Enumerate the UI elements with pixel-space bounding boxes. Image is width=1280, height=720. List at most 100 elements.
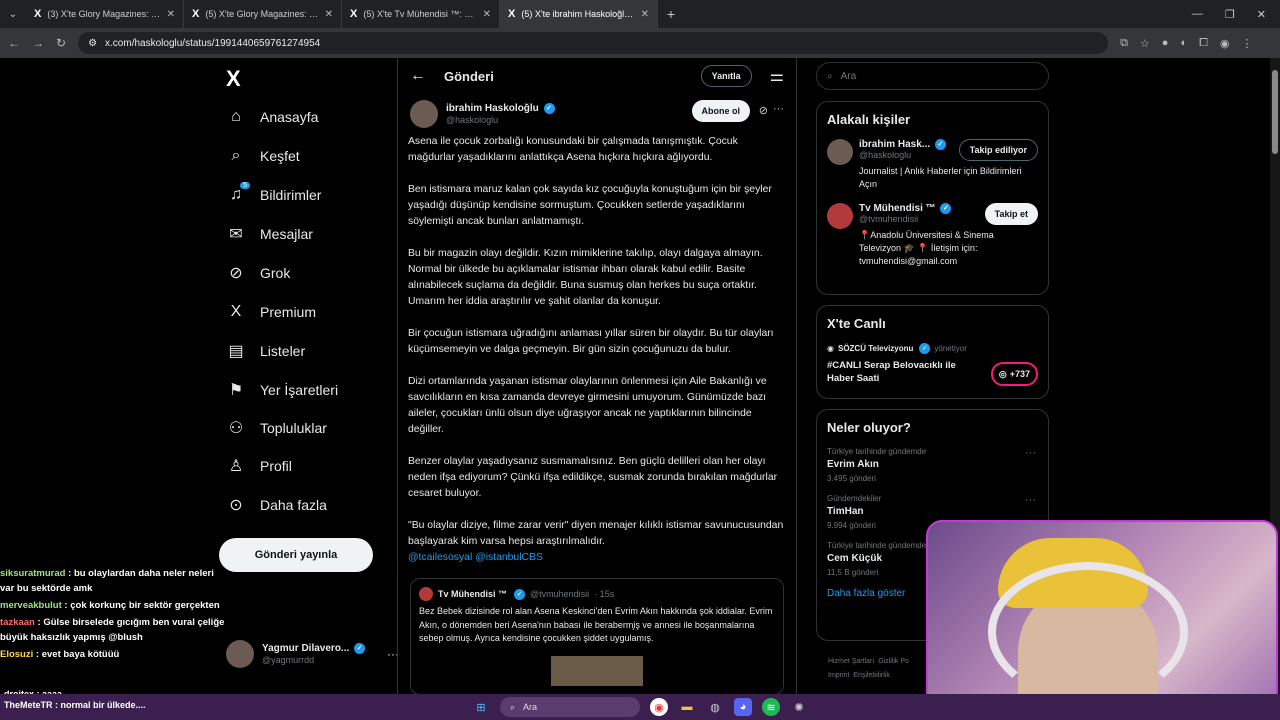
x-logo[interactable]: X [226, 66, 241, 92]
close-window-icon[interactable]: ✕ [1257, 8, 1266, 21]
list-icon: ▤ [228, 343, 244, 360]
profile-avatar-icon[interactable]: ◉ [1220, 37, 1230, 50]
live-event-title[interactable]: #CANLI Serap Belovacıklı ile Haber Saati [827, 359, 977, 385]
star-icon[interactable]: ☆ [1140, 37, 1150, 50]
mention-links[interactable]: @tcailesosyal @istanbulCBS [408, 552, 543, 563]
avatar[interactable] [410, 100, 438, 128]
related-person[interactable]: Tv Mühendisi ™ ✓ @tvmuhendisii 📍Anadolu … [827, 203, 1038, 268]
nav-item-profile[interactable]: ♙ Profil [218, 449, 292, 483]
maximize-icon[interactable]: ❐ [1225, 8, 1235, 21]
nav-item-bookmarks[interactable]: ⚑ Yer İşaretleri [218, 373, 338, 407]
more-dots-icon[interactable]: ··· [1025, 447, 1036, 459]
close-tab-icon[interactable]: ✕ [483, 9, 491, 20]
post-paragraph: Bu bir magazin olayı değildir. Kızın mim… [408, 248, 763, 307]
windows-start-icon[interactable]: ⊞ [472, 698, 490, 716]
chat-message: tazkaan : Gülse birselede gıcığım ben vu… [0, 617, 225, 643]
post-paragraph: Asena ile çocuk zorbalığı konusundaki bi… [408, 136, 738, 163]
folder-icon[interactable]: ▬ [678, 698, 696, 716]
verified-icon: ✓ [543, 103, 555, 115]
browser-tab[interactable]: X(5) X'te Glory Magazines: "Evrin✕ [184, 0, 342, 28]
back-arrow-icon[interactable]: ← [410, 67, 426, 85]
chat-message: merveakbulut : çok korkunç bir sektör ge… [0, 600, 220, 611]
related-person[interactable]: ibrahim Hask... ✓ @haskologlu Journalist… [827, 139, 1038, 191]
quoted-post-media[interactable] [551, 655, 643, 686]
reply-button[interactable]: Yanıtla [700, 65, 752, 87]
communities-icon: ⚇ [228, 420, 244, 437]
nav-item-notifications[interactable]: ♫ 5 Bildirimler [218, 178, 321, 212]
x-premium-icon: X [230, 303, 242, 320]
url-field[interactable]: ⚙ x.com/haskologlu/status/19914406597612… [78, 32, 1109, 54]
nav-item-communities[interactable]: ⚇ Topluluklar [218, 411, 327, 445]
close-tab-icon[interactable]: ✕ [325, 9, 333, 20]
more-dots-icon[interactable]: ··· [1025, 494, 1036, 506]
related-people-card: Alakalı kişiler ibrahim Hask... ✓ @hasko… [816, 101, 1049, 295]
nav-item-home[interactable]: ⌂ Anasayfa [218, 100, 318, 134]
new-tab-button[interactable]: + [658, 6, 684, 22]
window-controls: — ❐ ✕ [1192, 8, 1280, 21]
nav-item-grok[interactable]: ⊘ Grok [218, 256, 290, 290]
avatar [226, 640, 254, 668]
avatar [419, 587, 433, 601]
windows-taskbar: TheMeteTR : normal bir ülkede.... ⊞ ⌕ Ara… [0, 694, 1280, 720]
minimize-icon[interactable]: — [1192, 8, 1203, 21]
more-dots-icon[interactable]: ··· [773, 103, 784, 115]
subscribe-button[interactable]: Abone ol [691, 100, 750, 122]
search-icon: ⌕ [827, 70, 833, 82]
nav-item-lists[interactable]: ▤ Listeler [218, 334, 305, 368]
extension-icon[interactable]: ● [1162, 37, 1169, 49]
following-button[interactable]: Takip ediliyor [958, 139, 1038, 161]
menu-icon[interactable]: ⋮ [1242, 37, 1253, 50]
home-icon: ⌂ [231, 108, 241, 125]
nav-item-messages[interactable]: ✉ Mesajlar [218, 217, 313, 251]
browser-tab[interactable]: X (3) X'te Glory Magazines: "Bez ✕ [26, 0, 184, 28]
listener-count[interactable]: ◎ +737 [990, 362, 1038, 386]
verified-icon: ✓ [934, 139, 946, 150]
quoted-post[interactable]: Tv Mühendisi ™ ✓ @tvmuhendisii · 15s Bez… [410, 578, 784, 695]
avatar [827, 139, 853, 165]
browser-tab[interactable]: X(5) X'te Tv Mühendisi ™: "Bez b✕ [342, 0, 500, 28]
spotify-icon[interactable]: ≋ [762, 698, 780, 716]
notification-badge: 5 [240, 182, 250, 189]
extension-icon[interactable]: ◐ [1180, 37, 1187, 49]
scrollbar-thumb[interactable] [1272, 70, 1278, 154]
filter-icon[interactable]: ⚌ [770, 66, 784, 86]
x-favicon-icon: X [192, 8, 200, 20]
more-icon: ⊙ [229, 497, 243, 514]
search-input[interactable]: ⌕ Ara [816, 62, 1049, 90]
app-icon[interactable]: ✺ [790, 698, 808, 716]
puzzle-icon[interactable]: ⧠ [1199, 37, 1208, 50]
forward-icon[interactable]: → [32, 36, 44, 50]
avatar-icon: ◎ [998, 368, 1007, 379]
steam-icon[interactable]: ◍ [706, 698, 724, 716]
nav-item-explore[interactable]: ⌕ Keşfet [218, 139, 300, 173]
main-column: ← Gönderi Yanıtla ⚌ ibrahim Haskoloğlu ✓… [397, 58, 797, 698]
browser-tab-active[interactable]: X(5) X'te ibrahim Haskoloğlu: "As✕ [500, 0, 658, 28]
chrome-icon[interactable]: ◉ [650, 698, 668, 716]
tab-search-icon[interactable]: ⌄ [0, 0, 26, 28]
trend-item[interactable]: Türkiye tarihinde gündemde Evrim Akın 3.… [827, 447, 1038, 483]
back-icon[interactable]: ← [8, 36, 20, 50]
nav-item-premium[interactable]: X Premium [218, 295, 316, 329]
grok-icon: ⊘ [229, 265, 243, 282]
x-favicon-icon: X [34, 8, 42, 20]
grok-explain-icon[interactable]: ⊘ [759, 104, 768, 117]
bookmark-icon: ⚑ [228, 382, 244, 399]
chat-message: TheMeteTR : normal bir ülkede.... [4, 700, 146, 710]
nav-item-more[interactable]: ⊙ Daha fazla [218, 488, 327, 522]
verified-icon: ✓ [514, 588, 526, 600]
post-paragraph: Dizi ortamlarında yaşanan istismar olayl… [408, 376, 767, 435]
discord-icon[interactable]: ◕ [734, 698, 752, 716]
profile-icon: ♙ [228, 458, 244, 475]
taskbar-search[interactable]: ⌕ Ara [500, 697, 640, 717]
close-tab-icon[interactable]: ✕ [167, 9, 175, 20]
post-text: Asena ile çocuk zorbalığı konusundaki bi… [398, 134, 796, 566]
install-icon[interactable]: ⧉ [1120, 37, 1128, 50]
account-switcher[interactable]: Yagmur Dilavero... ✓ @yagmurrdd ··· [226, 640, 399, 668]
site-info-icon[interactable]: ⚙ [88, 38, 97, 49]
follow-button[interactable]: Takip et [984, 203, 1038, 226]
reload-icon[interactable]: ↻ [56, 36, 66, 50]
close-tab-icon[interactable]: ✕ [641, 9, 649, 20]
avatar [827, 203, 853, 230]
post-button[interactable]: Gönderi yayınla [219, 538, 373, 572]
chat-message: siksuratmurad : bu olaylardan daha neler… [0, 568, 214, 594]
